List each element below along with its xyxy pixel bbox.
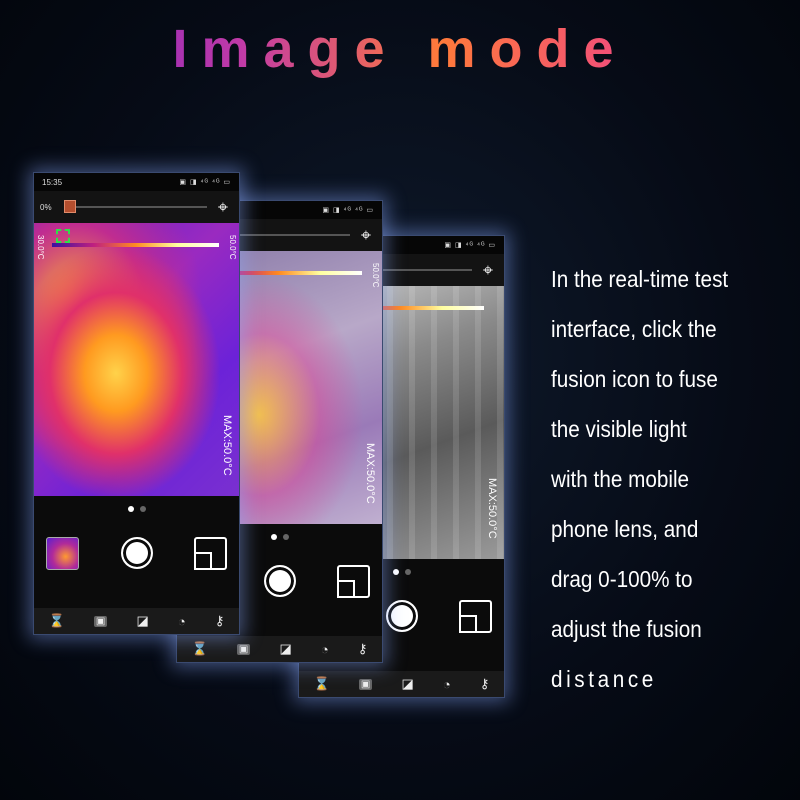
gallery-icon[interactable]: ▣	[358, 678, 373, 690]
camera-controls	[34, 522, 239, 584]
page-dot[interactable]	[404, 569, 411, 575]
tools-icon[interactable]: ⚷	[480, 676, 490, 692]
crosshair-icon[interactable]: ⌖	[356, 225, 376, 246]
temp-max-label: 50.0°C	[228, 235, 237, 260]
shutter-button[interactable]	[385, 600, 418, 632]
phone-screen: 15:35 ▣ ◨ ⁴ᴳ ⁴ᴳ ▭ 0% ⌖ 30.0°C 50.0°C MAX…	[33, 172, 240, 635]
page-dot[interactable]	[139, 506, 146, 512]
description-line: adjust the fusion	[551, 616, 702, 642]
gallery-icon[interactable]: ▣	[236, 643, 251, 655]
temp-min-label: 30.0°C	[36, 235, 45, 260]
hourglass-icon[interactable]: ⌛	[49, 613, 65, 629]
max-temp-readout: MAX:50.0°C	[221, 415, 233, 476]
bottom-nav: ⌛ ▣ ◪ ◔ ⚷	[34, 608, 239, 634]
status-icons: ▣ ◨ ⁴ᴳ ⁴ᴳ ▭	[179, 179, 231, 186]
tools-icon[interactable]: ⚷	[358, 641, 368, 657]
description-line: In the real-time test	[551, 266, 729, 292]
description-line: interface, click the	[551, 316, 717, 342]
hourglass-icon[interactable]: ⌛	[192, 641, 208, 657]
target-marker	[56, 229, 70, 243]
status-icons: ▣ ◨ ⁴ᴳ ⁴ᴳ ▭	[322, 207, 374, 214]
page-dot[interactable]	[392, 569, 399, 575]
fusion-percent: 0%	[40, 202, 52, 212]
fusion-slider-bar: 0% ⌖	[34, 191, 239, 223]
palette-icon[interactable]: ◔	[321, 642, 329, 657]
bottom-nav: ⌛ ▣ ◪ ◔ ⚷	[177, 636, 382, 662]
page-dot[interactable]	[282, 534, 289, 540]
page-title: Image mode	[0, 18, 800, 80]
description-line: drag 0-100% to	[551, 566, 693, 592]
description-line: fusion icon to fuse	[551, 366, 718, 392]
clock: 15:35	[42, 177, 63, 187]
page-dot[interactable]	[127, 506, 134, 512]
pip-icon[interactable]	[337, 564, 370, 598]
temp-max-label: 50.0°C	[371, 263, 380, 288]
shutter-button[interactable]	[263, 565, 296, 597]
bottom-nav: ⌛ ▣ ◪ ◔ ⚷	[299, 671, 504, 697]
palette-icon[interactable]: ◔	[443, 677, 451, 692]
description: In the real-time test interface, click t…	[551, 254, 728, 704]
description-line: with the mobile	[551, 466, 690, 492]
region-icon[interactable]: ◪	[401, 676, 413, 692]
page-dot[interactable]	[270, 534, 277, 540]
status-icons: ▣ ◨ ⁴ᴳ ⁴ᴳ ▭	[444, 242, 496, 249]
crosshair-icon[interactable]: ⌖	[213, 197, 233, 218]
tools-icon[interactable]: ⚷	[215, 613, 225, 629]
slider-thumb[interactable]	[64, 200, 76, 213]
max-temp-readout: MAX:50.0°C	[364, 443, 376, 504]
camera-view[interactable]: 30.0°C 50.0°C MAX:50.0°C	[34, 223, 239, 496]
crosshair-icon[interactable]: ⌖	[478, 260, 498, 281]
description-line: the visible light	[551, 416, 687, 442]
gallery-icon[interactable]: ▣	[93, 615, 108, 627]
page-dots	[34, 496, 239, 522]
temperature-scale	[52, 243, 219, 247]
pip-icon[interactable]	[194, 536, 227, 570]
shutter-button[interactable]	[120, 537, 153, 569]
description-line: distance	[551, 666, 657, 692]
description-line: phone lens, and	[551, 516, 699, 542]
status-bar: 15:35 ▣ ◨ ⁴ᴳ ⁴ᴳ ▭	[34, 173, 239, 191]
region-icon[interactable]: ◪	[136, 613, 148, 629]
fusion-slider[interactable]	[64, 200, 207, 213]
pip-icon[interactable]	[459, 599, 492, 633]
max-temp-readout: MAX:50.0°C	[486, 478, 498, 539]
gallery-thumbnail[interactable]	[46, 536, 79, 570]
hourglass-icon[interactable]: ⌛	[314, 676, 330, 692]
palette-icon[interactable]: ◔	[178, 614, 186, 629]
region-icon[interactable]: ◪	[279, 641, 291, 657]
